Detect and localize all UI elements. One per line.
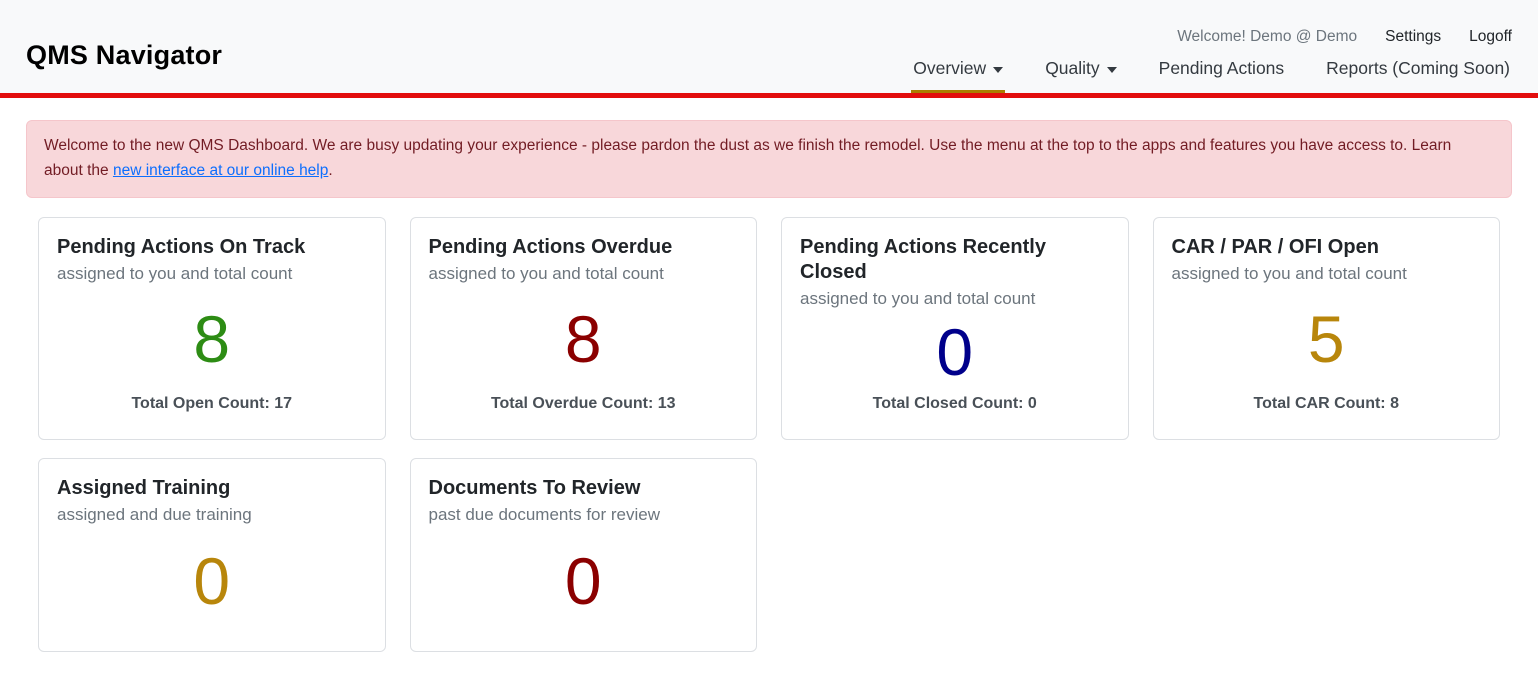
card-value: 0 bbox=[565, 548, 602, 614]
nav-item-overview[interactable]: Overview bbox=[911, 58, 1005, 93]
user-bar: Welcome! Demo @ Demo Settings Logoff bbox=[1177, 28, 1512, 46]
card-title: Assigned Training bbox=[57, 476, 367, 501]
nav-item-label: Quality bbox=[1045, 58, 1099, 79]
card-value-area: 5 bbox=[1172, 284, 1482, 395]
card-subtitle: assigned and due training bbox=[57, 505, 367, 525]
card-subtitle: assigned to you and total count bbox=[429, 264, 739, 284]
cards-grid: Pending Actions On Track assigned to you… bbox=[38, 217, 1500, 652]
card-value: 8 bbox=[565, 306, 602, 372]
nav-item-quality[interactable]: Quality bbox=[1043, 58, 1118, 93]
card-pending-actions-on-track: Pending Actions On Track assigned to you… bbox=[38, 217, 386, 440]
main-nav: Overview Quality Pending Actions Reports… bbox=[911, 58, 1512, 93]
card-value-area: 8 bbox=[429, 284, 739, 395]
card-subtitle: assigned to you and total count bbox=[57, 264, 367, 284]
card-value-area: 0 bbox=[800, 309, 1110, 395]
settings-link[interactable]: Settings bbox=[1385, 28, 1441, 46]
nav-item-pending-actions[interactable]: Pending Actions bbox=[1157, 58, 1287, 93]
card-value-area: 8 bbox=[57, 284, 367, 395]
card-footer: Total Open Count: 17 bbox=[57, 395, 367, 425]
card-pending-actions-recently-closed: Pending Actions Recently Closed assigned… bbox=[781, 217, 1129, 440]
card-title: Pending Actions Overdue bbox=[429, 235, 739, 260]
card-pending-actions-overdue: Pending Actions Overdue assigned to you … bbox=[410, 217, 758, 440]
card-title: Documents To Review bbox=[429, 476, 739, 501]
app-brand[interactable]: QMS Navigator bbox=[26, 40, 222, 93]
nav-item-label: Overview bbox=[913, 58, 986, 79]
card-assigned-training: Assigned Training assigned and due train… bbox=[38, 458, 386, 652]
online-help-link[interactable]: new interface at our online help bbox=[113, 162, 328, 179]
card-value-area: 0 bbox=[57, 525, 367, 637]
card-subtitle: assigned to you and total count bbox=[800, 289, 1110, 309]
nav-item-reports[interactable]: Reports (Coming Soon) bbox=[1324, 58, 1512, 93]
card-value-area: 0 bbox=[429, 525, 739, 637]
chevron-down-icon bbox=[993, 67, 1003, 73]
welcome-alert: Welcome to the new QMS Dashboard. We are… bbox=[26, 120, 1512, 198]
app-header: QMS Navigator Welcome! Demo @ Demo Setti… bbox=[0, 0, 1538, 98]
card-title: Pending Actions Recently Closed bbox=[800, 235, 1110, 285]
dashboard-main: Welcome to the new QMS Dashboard. We are… bbox=[0, 120, 1538, 652]
card-footer: Total Overdue Count: 13 bbox=[429, 395, 739, 425]
chevron-down-icon bbox=[1107, 67, 1117, 73]
card-footer: Total Closed Count: 0 bbox=[800, 395, 1110, 425]
card-value: 5 bbox=[1308, 306, 1345, 372]
card-documents-to-review: Documents To Review past due documents f… bbox=[410, 458, 758, 652]
card-car-par-ofi-open: CAR / PAR / OFI Open assigned to you and… bbox=[1153, 217, 1501, 440]
logoff-link[interactable]: Logoff bbox=[1469, 28, 1512, 46]
card-value: 0 bbox=[193, 548, 230, 614]
card-title: CAR / PAR / OFI Open bbox=[1172, 235, 1482, 260]
card-value: 8 bbox=[193, 306, 230, 372]
card-subtitle: past due documents for review bbox=[429, 505, 739, 525]
card-subtitle: assigned to you and total count bbox=[1172, 264, 1482, 284]
alert-suffix: . bbox=[328, 162, 332, 179]
welcome-text: Welcome! Demo @ Demo bbox=[1177, 28, 1357, 46]
card-value: 0 bbox=[936, 319, 973, 385]
header-right: Welcome! Demo @ Demo Settings Logoff Ove… bbox=[911, 28, 1512, 93]
card-footer: Total CAR Count: 8 bbox=[1172, 395, 1482, 425]
card-title: Pending Actions On Track bbox=[57, 235, 367, 260]
